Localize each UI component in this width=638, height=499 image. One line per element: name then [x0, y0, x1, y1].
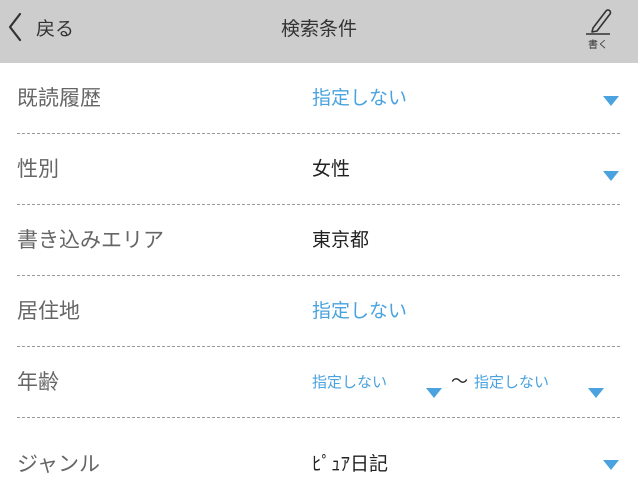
- residence-row[interactable]: 居住地 指定しない: [17, 276, 620, 347]
- genre-row[interactable]: ジャンル ﾋﾟｭｱ日記: [17, 429, 620, 499]
- read-history-label: 既読履歴: [17, 86, 101, 110]
- page-title: 検索条件: [280, 18, 357, 40]
- age-label: 年齢: [17, 370, 59, 394]
- post-area-row[interactable]: 書き込みエリア 東京都: [17, 205, 620, 276]
- triangle-down-icon: [603, 460, 619, 470]
- residence-value[interactable]: 指定しない: [312, 276, 407, 346]
- triangle-down-icon: [588, 388, 604, 398]
- write-label: 書く: [588, 40, 608, 51]
- age-range-separator: ～: [451, 372, 468, 392]
- header-bar: 戻る 検索条件 書く: [0, 0, 638, 63]
- residence-label: 居住地: [17, 299, 80, 323]
- post-area-value[interactable]: 東京都: [312, 205, 369, 275]
- read-history-select[interactable]: 指定しない: [312, 63, 407, 133]
- pencil-icon: [575, 5, 621, 35]
- read-history-row[interactable]: 既読履歴 指定しない: [17, 63, 620, 134]
- age-min-select[interactable]: 指定しない: [312, 347, 387, 417]
- age-max-select[interactable]: 指定しない: [474, 347, 549, 417]
- triangle-down-icon: [603, 171, 619, 181]
- age-row: 年齢 指定しない ～ 指定しない: [17, 347, 620, 418]
- post-area-label: 書き込みエリア: [17, 228, 164, 252]
- write-button[interactable]: 書く: [575, 5, 621, 55]
- triangle-down-icon: [426, 388, 442, 398]
- gender-row[interactable]: 性別 女性: [17, 134, 620, 205]
- triangle-down-icon: [603, 96, 619, 106]
- genre-label: ジャンル: [17, 452, 100, 476]
- genre-select[interactable]: ﾋﾟｭｱ日記: [312, 429, 388, 499]
- gender-label: 性別: [17, 157, 59, 181]
- gender-select[interactable]: 女性: [312, 134, 350, 204]
